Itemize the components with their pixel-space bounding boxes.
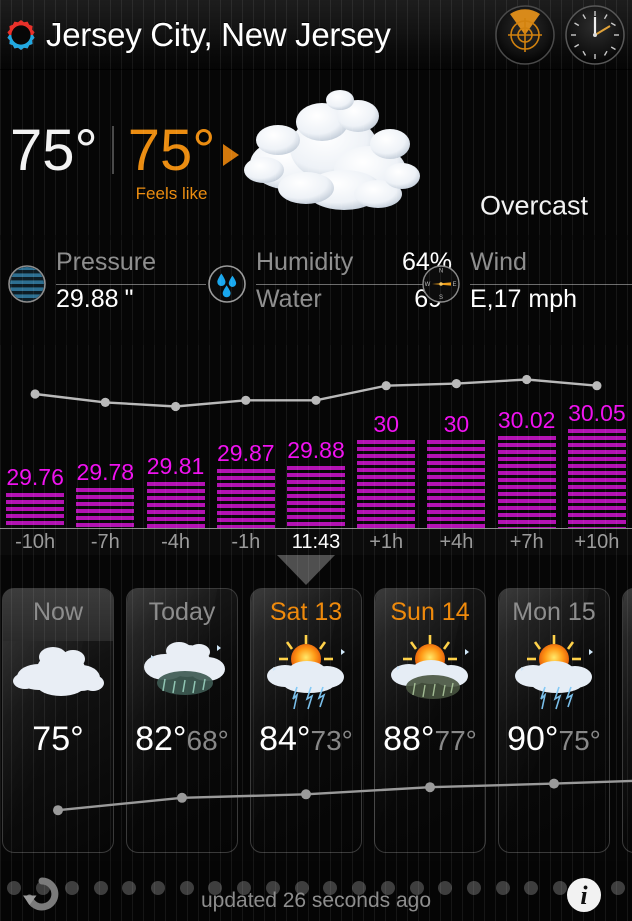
- card-temperatures: 90° 75°: [499, 720, 609, 759]
- cloud-rain-icon: [133, 633, 231, 711]
- forecast-cards: Now 75° Today 82° 68° Sat 13 84° 73° Sun…: [0, 588, 632, 861]
- weather-app: Jersey City, New Jersey 75° 75° Feels li…: [0, 0, 632, 921]
- sun-cloud-thunder-icon: [505, 633, 603, 711]
- chart-axis-label: -1h: [231, 531, 261, 553]
- humidity-label: Humidity: [256, 247, 354, 276]
- card-temperatures: 84° 73°: [251, 720, 361, 759]
- detail-bar: Pressure 29.88 " Humidity 64 % Water N S…: [0, 240, 632, 330]
- barometer-icon: [6, 263, 48, 305]
- info-icon[interactable]: i: [564, 875, 604, 915]
- svg-text:i: i: [580, 881, 588, 910]
- arrow-right-icon[interactable]: [223, 144, 240, 166]
- sun-cloud-rain-icon: [381, 633, 479, 711]
- card-day-label: Now: [32, 598, 83, 626]
- humidity-group[interactable]: Humidity 64 % Water 69°: [206, 248, 452, 320]
- svg-text:E: E: [452, 282, 456, 288]
- page-title: Jersey City, New Jersey: [46, 15, 391, 53]
- compass-icon: N S W E: [420, 263, 462, 305]
- svg-text:W: W: [425, 282, 431, 288]
- chart-axis-label: -10h: [15, 531, 56, 553]
- card-temperatures: 82° 68°: [127, 720, 237, 759]
- chart-axis-label: +7h: [509, 531, 544, 553]
- card-high-temp: 75°: [32, 720, 84, 758]
- forecast-card[interactable]: Sat 13 84° 73°: [250, 588, 362, 853]
- forecast-card[interactable]: Today 82° 68°: [126, 588, 238, 853]
- card-high-temp: 90°: [507, 720, 559, 758]
- forecast-card[interactable]: Sun 14 88° 77°: [374, 588, 486, 853]
- app-header: Jersey City, New Jersey: [0, 0, 632, 70]
- forecast-strip[interactable]: Now 75° Today 82° 68° Sat 13 84° 73° Sun…: [0, 555, 632, 861]
- condition-text: Overcast: [479, 190, 588, 221]
- card-temperatures: 88° 77°: [375, 720, 485, 759]
- card-day-label: Sun 14: [390, 598, 470, 626]
- temperature-trend-line: [30, 374, 602, 412]
- feels-like-temperature: 75°: [127, 118, 216, 183]
- overcast-cloud-icon: [218, 78, 438, 228]
- header-actions: [494, 4, 626, 66]
- location-cog-icon[interactable]: [4, 18, 38, 52]
- card-low-temp: 77°: [434, 725, 477, 756]
- water-droplets-icon: [206, 263, 248, 305]
- wind-group[interactable]: N S W E Wind E,17 mph: [420, 248, 632, 320]
- chart-axis-label: -7h: [90, 531, 120, 553]
- pressure-unit: ": [124, 284, 134, 313]
- card-day-label: Sat 13: [269, 598, 343, 626]
- updated-text: updated 26 seconds ago: [200, 889, 432, 912]
- chart-axis-label: +1h: [369, 531, 404, 553]
- card-high-temp: 88°: [383, 720, 435, 758]
- radar-icon[interactable]: [494, 4, 556, 66]
- refresh-icon[interactable]: [18, 875, 66, 915]
- pressure-group[interactable]: Pressure 29.88 ": [6, 248, 206, 320]
- forecast-card[interactable]: [622, 588, 632, 853]
- water-label: Water: [256, 284, 322, 313]
- chart-axis-label: 11:43: [291, 531, 341, 553]
- pressure-chart[interactable]: 29.76 29.78 29.81 29.87 29.88 30 30 30.02 30.05 …: [0, 345, 632, 555]
- feels-like-label: Feels like: [135, 184, 208, 203]
- chart-axis-label: +10h: [574, 531, 620, 553]
- chart-axis-label: -4h: [161, 531, 190, 553]
- wind-value: E,17 mph: [470, 284, 578, 313]
- temperature-block: 75° 75° Feels like: [10, 118, 240, 204]
- card-low-temp: 73°: [310, 725, 353, 756]
- chart-x-axis: -10h -7h -4h -1h 11:43 +1h +4h +7h +10h: [0, 528, 632, 555]
- svg-text:N: N: [439, 269, 443, 275]
- wind-label: Wind: [470, 247, 527, 276]
- temperature-divider: [111, 126, 114, 174]
- card-high-temp: 82°: [135, 720, 187, 758]
- sun-cloud-thunder-icon: [257, 633, 355, 711]
- forecast-card[interactable]: Now 75°: [2, 588, 114, 853]
- pressure-label: Pressure: [56, 247, 157, 276]
- chart-axis-label: +4h: [439, 531, 474, 553]
- card-day-label: Today: [148, 598, 216, 626]
- clock-icon[interactable]: [564, 4, 626, 66]
- pressure-value: 29.88: [56, 284, 119, 313]
- current-conditions: 75° 75° Feels like Overcast: [0, 70, 632, 235]
- card-low-temp: 68°: [186, 725, 229, 756]
- card-high-temp: 84°: [259, 720, 311, 758]
- card-temperatures: 75°: [3, 720, 113, 759]
- selected-day-pointer: [277, 555, 335, 585]
- forecast-card[interactable]: Mon 15 90° 75°: [498, 588, 610, 853]
- app-footer: i updated 26 seconds ago: [0, 861, 632, 921]
- card-day-label: Mon 15: [512, 598, 596, 626]
- card-low-temp: 75°: [558, 725, 601, 756]
- current-temperature: 75°: [10, 118, 98, 183]
- svg-text:S: S: [439, 295, 443, 301]
- overcast-cloud-icon: [9, 633, 107, 711]
